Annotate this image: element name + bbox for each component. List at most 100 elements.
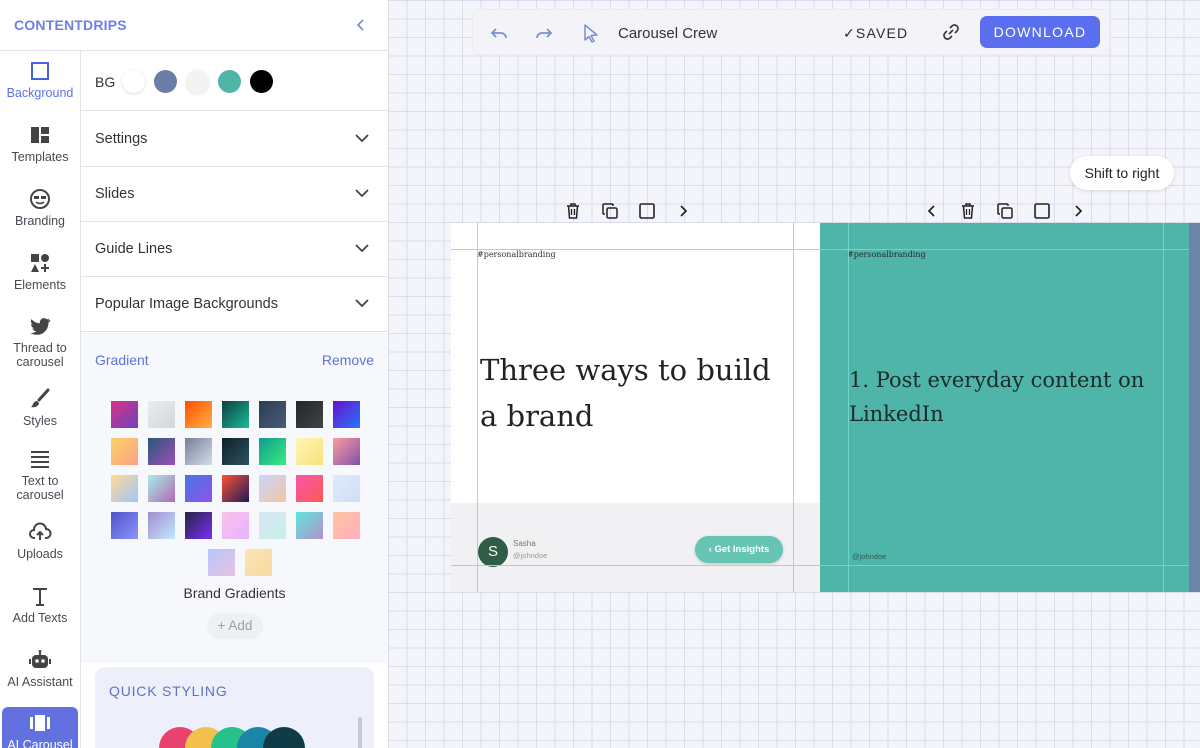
duplicate-icon[interactable]	[600, 201, 620, 221]
cursor-pointer-icon[interactable]	[580, 22, 602, 44]
rail-label: Styles	[22, 414, 58, 428]
add-gradient-button[interactable]: + Add	[207, 613, 263, 639]
twitter-bird-icon	[30, 318, 51, 335]
gradient-swatch[interactable]	[148, 438, 175, 465]
gradient-swatch[interactable]	[244, 549, 272, 576]
accordion-popular-image-backgrounds[interactable]: Popular Image Backgrounds	[81, 277, 388, 332]
slide-hashtag[interactable]: #personalbranding	[847, 250, 926, 259]
rail-item-elements[interactable]: Elements	[0, 251, 80, 292]
text-lines-icon	[31, 451, 49, 468]
gradient-swatch[interactable]	[185, 438, 212, 465]
slide-1[interactable]: #personalbranding Three ways to build a …	[451, 223, 820, 592]
gradient-swatch[interactable]	[111, 401, 138, 428]
avatar[interactable]: S	[478, 537, 508, 567]
gradient-swatch[interactable]	[207, 549, 235, 576]
gradient-swatch[interactable]	[296, 512, 323, 539]
trash-icon[interactable]	[958, 201, 978, 221]
gradient-swatch[interactable]	[259, 512, 286, 539]
rail-item-text-to-carousel[interactable]: Text to carousel	[0, 447, 80, 502]
duplicate-icon[interactable]	[995, 201, 1015, 221]
square-icon[interactable]	[1032, 201, 1052, 221]
trash-icon[interactable]	[563, 201, 583, 221]
rail-item-styles[interactable]: Styles	[0, 387, 80, 428]
chevron-right-icon[interactable]	[673, 201, 693, 221]
slide-hashtag[interactable]: #personalbranding	[477, 250, 556, 259]
accordion-label: Popular Image Backgrounds	[95, 296, 278, 312]
redo-icon[interactable]	[533, 22, 555, 44]
gradient-swatch[interactable]	[296, 475, 323, 502]
rail-item-add-texts[interactable]: Add Texts	[0, 584, 80, 625]
guide-line-horizontal	[820, 565, 1189, 566]
gradient-swatch[interactable]	[333, 401, 360, 428]
gradient-swatch[interactable]	[296, 438, 323, 465]
accordion-slides[interactable]: Slides	[81, 167, 388, 222]
gradient-swatch[interactable]	[111, 512, 138, 539]
rail-item-thread-to-carousel[interactable]: Thread to carousel	[0, 314, 80, 369]
undo-icon[interactable]	[488, 22, 510, 44]
rail-item-branding[interactable]: Branding	[0, 187, 80, 228]
gradient-swatch[interactable]	[333, 475, 360, 502]
accordion-guide-lines[interactable]: Guide Lines	[81, 222, 388, 277]
bg-swatch-teal[interactable]	[218, 70, 241, 93]
gradient-remove-link[interactable]: Remove	[322, 352, 374, 368]
gradient-swatch[interactable]	[222, 512, 249, 539]
author-handle[interactable]: @johndoe	[852, 552, 886, 561]
author-name[interactable]: Sasha	[513, 539, 536, 548]
rail-item-ai-assistant[interactable]: AI Assistant	[0, 648, 80, 689]
gradient-swatch[interactable]	[111, 475, 138, 502]
bg-swatch-light-gray[interactable]	[186, 70, 209, 93]
rail-label: Elements	[13, 278, 67, 292]
tool-rail: Background Templates Branding Elements T…	[0, 51, 81, 748]
bg-swatch-slate[interactable]	[154, 70, 177, 93]
sidebar: CONTENTDRIPS Background Templates Brandi…	[0, 0, 389, 748]
gradient-swatch[interactable]	[222, 475, 249, 502]
gradient-swatch[interactable]	[333, 438, 360, 465]
rail-item-templates[interactable]: Templates	[0, 123, 80, 164]
rail-label: Templates	[11, 150, 69, 164]
gradient-swatch[interactable]	[185, 512, 212, 539]
slide-headline[interactable]: Three ways to build a brand	[480, 347, 780, 439]
paintbrush-icon	[31, 388, 50, 408]
saved-status: ✓SAVED	[843, 25, 909, 41]
rail-item-background[interactable]: Background	[0, 59, 80, 100]
chevron-right-icon[interactable]	[1068, 201, 1088, 221]
bg-swatch-white[interactable]	[122, 70, 145, 93]
download-button[interactable]: DOWNLOAD	[980, 16, 1100, 48]
document-title[interactable]: Carousel Crew	[618, 25, 717, 42]
chevron-left-icon[interactable]	[922, 201, 942, 221]
quick-styling-scrollbar[interactable]	[358, 717, 362, 748]
accordion-settings[interactable]: Settings	[81, 112, 388, 167]
gradient-swatch[interactable]	[259, 401, 286, 428]
cloud-upload-icon	[29, 522, 52, 540]
rail-label: AI Carousel	[7, 738, 73, 748]
gradient-swatch[interactable]	[259, 475, 286, 502]
collapse-sidebar-button[interactable]	[351, 14, 371, 36]
robot-icon	[29, 650, 51, 668]
gradient-swatch[interactable]	[222, 438, 249, 465]
bg-swatch-black[interactable]	[250, 70, 273, 93]
author-handle[interactable]: @johndoe	[513, 551, 547, 560]
gradient-swatch[interactable]	[185, 475, 212, 502]
link-icon[interactable]	[940, 21, 962, 43]
guide-line-vertical	[477, 223, 478, 592]
gradient-swatch[interactable]	[333, 512, 360, 539]
gradient-swatch[interactable]	[259, 438, 286, 465]
gradient-swatch[interactable]	[222, 401, 249, 428]
slide-2[interactable]: #personalbranding 1. Post everyday conte…	[820, 223, 1200, 592]
next-slide-edge[interactable]	[1189, 223, 1200, 592]
gradient-swatch[interactable]	[185, 401, 212, 428]
square-icon[interactable]	[637, 201, 657, 221]
background-panel: BG Settings Slides Guide Lines Popular I…	[81, 51, 388, 748]
rail-item-uploads[interactable]: Uploads	[0, 520, 80, 561]
gradient-swatch[interactable]	[111, 438, 138, 465]
gradient-swatch[interactable]	[296, 401, 323, 428]
gradient-swatch[interactable]	[148, 512, 175, 539]
gradient-swatch[interactable]	[148, 401, 175, 428]
chevron-left-icon	[356, 19, 364, 31]
rail-item-ai-carousel[interactable]: AI Carousel	[2, 707, 78, 748]
slide-headline[interactable]: 1. Post everyday content on LinkedIn	[849, 363, 1149, 431]
text-t-icon	[33, 588, 47, 606]
gradient-swatch[interactable]	[148, 475, 175, 502]
guide-line-horizontal	[451, 565, 820, 566]
get-insights-button[interactable]: ‹ Get Insights	[695, 536, 783, 563]
